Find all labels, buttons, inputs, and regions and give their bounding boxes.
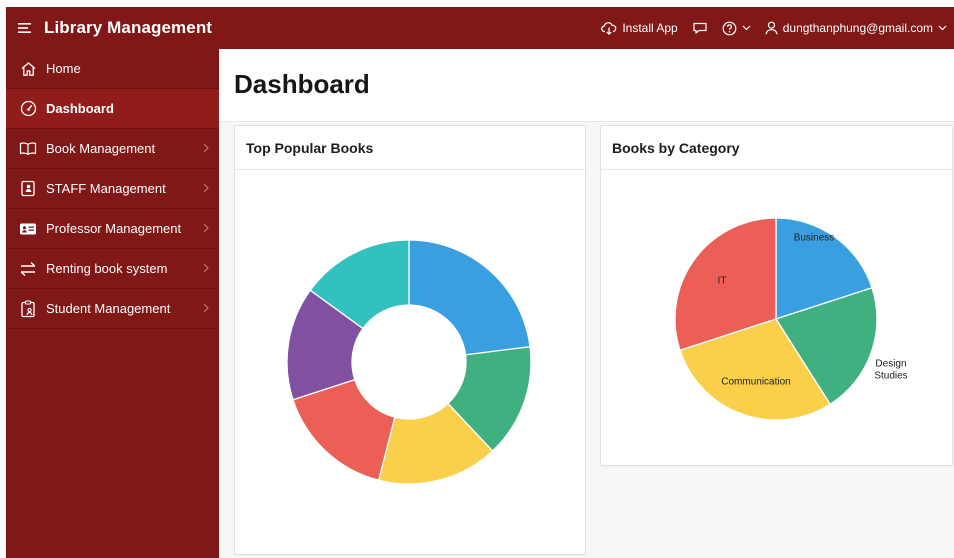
feedback-button[interactable] <box>685 21 715 35</box>
pie-slice-label-communication: Communication <box>721 377 790 388</box>
chat-bubble-icon <box>693 22 707 34</box>
chevron-right-icon <box>203 303 209 313</box>
sidebar-item-label: STAFF Management <box>46 181 166 196</box>
chevron-down-icon <box>938 25 947 31</box>
chevron-right-icon <box>203 143 209 153</box>
chevron-right-icon <box>203 223 209 233</box>
chevron-right-icon <box>203 263 209 273</box>
help-circle-icon <box>722 21 737 35</box>
sidebar-item-dashboard[interactable]: Dashboard <box>6 89 219 129</box>
pie-slice-label-business: Business <box>794 233 835 244</box>
gauge-icon <box>18 99 38 119</box>
sidebar-item-student-management[interactable]: Student Management <box>6 289 219 329</box>
main-content: Dashboard Top Popular Books Books by Cat… <box>219 49 954 558</box>
sidebar-item-label: Book Management <box>46 141 156 156</box>
user-email: dungthanphung@gmail.com <box>782 21 933 35</box>
contact-book-icon <box>18 179 38 199</box>
pie-slice-label-design-studies: Design Studies <box>874 359 907 382</box>
book-icon <box>18 139 38 159</box>
pie-chart: Business Design Studies Communication IT <box>674 217 908 421</box>
card-title: Books by Category <box>601 126 952 170</box>
user-menu-button[interactable]: dungthanphung@gmail.com <box>758 21 954 35</box>
pie-slice-1[interactable] <box>408 239 531 356</box>
donut-chart <box>286 239 532 485</box>
page-title: Dashboard <box>234 69 370 99</box>
sidebar-item-staff-management[interactable]: STAFF Management <box>6 169 219 209</box>
help-menu-button[interactable] <box>715 21 758 36</box>
sidebar-item-professor-management[interactable]: Professor Management <box>6 209 219 249</box>
books-by-category-card: Books by Category Business Design Studies C… <box>600 125 953 466</box>
sidebar-item-renting-book-system[interactable]: Renting book system <box>6 249 219 289</box>
pie-slice-label-it: IT <box>718 276 727 287</box>
top-popular-books-card: Top Popular Books <box>234 125 586 555</box>
card-title: Top Popular Books <box>235 126 585 170</box>
sidebar-item-label: Renting book system <box>46 261 168 276</box>
chevron-down-icon <box>742 25 751 31</box>
app-title[interactable]: Library Management <box>44 18 212 38</box>
hamburger-menu-button[interactable] <box>6 7 44 49</box>
sidebar-item-label: Home <box>46 61 81 76</box>
app-window: Library Management Install App dungthanp… <box>6 7 954 558</box>
sidebar-item-book-management[interactable]: Book Management <box>6 129 219 169</box>
header-actions: Install App dungthanphung@gmail.com <box>594 21 954 36</box>
id-card-icon <box>18 219 38 239</box>
install-app-label: Install App <box>622 21 678 35</box>
sidebar-item-label: Professor Management <box>46 221 182 236</box>
sidebar-item-label: Dashboard <box>46 101 114 116</box>
install-app-button[interactable]: Install App <box>594 21 684 35</box>
page-header: Dashboard <box>219 49 954 122</box>
cloud-download-icon <box>601 22 617 35</box>
clipboard-user-icon <box>18 299 38 319</box>
user-icon <box>765 21 778 35</box>
sidebar-item-label: Student Management <box>46 301 171 316</box>
swap-arrows-icon <box>18 259 38 279</box>
chevron-right-icon <box>203 183 209 193</box>
sidebar-item-home[interactable]: Home <box>6 49 219 89</box>
top-navigation-bar: Library Management Install App dungthanp… <box>6 7 954 49</box>
home-icon <box>18 59 38 79</box>
hamburger-icon <box>18 23 31 33</box>
sidebar-navigation: Home Dashboard Book Management STAFF Man… <box>6 49 219 558</box>
